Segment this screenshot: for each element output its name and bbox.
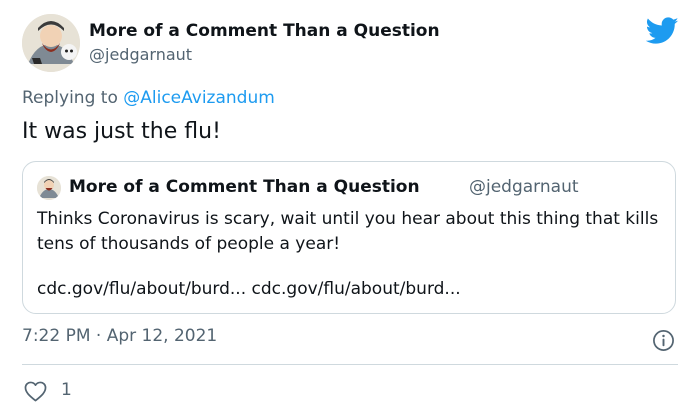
tweet-timestamp[interactable]: 7:22 PM · Apr 12, 2021 bbox=[22, 326, 217, 346]
like-count: 1 bbox=[61, 380, 72, 400]
heart-icon[interactable] bbox=[24, 381, 47, 402]
replying-to: Replying to @AliceAvizandum bbox=[22, 88, 275, 108]
author-handle[interactable]: @jedgarnaut bbox=[89, 45, 192, 64]
divider bbox=[22, 364, 678, 365]
quoted-tweet-text: Thinks Coronavirus is scary, wait until … bbox=[37, 209, 659, 254]
info-icon[interactable] bbox=[652, 329, 675, 352]
quoted-author-name: More of a Comment Than a Question bbox=[69, 177, 420, 197]
twitter-bird-icon[interactable] bbox=[645, 16, 679, 46]
reply-to-handle-link[interactable]: @AliceAvizandum bbox=[123, 88, 275, 108]
quoted-tweet-links[interactable]: cdc.gov/flu/about/burd... cdc.gov/flu/ab… bbox=[37, 279, 461, 299]
tweet-text: It was just the flu! bbox=[22, 119, 221, 144]
author-name[interactable]: More of a Comment Than a Question bbox=[89, 21, 440, 41]
quoted-author-avatar bbox=[37, 176, 61, 200]
replying-prefix: Replying to bbox=[22, 88, 124, 108]
author-avatar[interactable] bbox=[22, 14, 80, 72]
quoted-author-handle: @jedgarnaut bbox=[469, 177, 579, 197]
quoted-tweet-card[interactable]: More of a Comment Than a Question @jedga… bbox=[22, 161, 676, 314]
